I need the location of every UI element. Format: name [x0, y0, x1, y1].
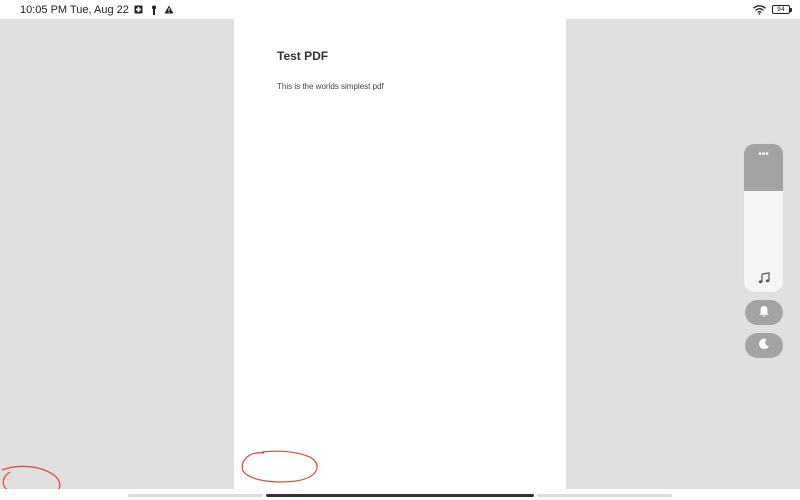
status-left: 10:05 PM Tue, Aug 22: [20, 4, 174, 16]
navigation-bar: [0, 489, 800, 500]
nav-indicator-left: [128, 494, 263, 497]
music-note-icon: [744, 272, 783, 284]
status-right: 94: [752, 4, 792, 15]
more-options-icon[interactable]: •••: [744, 150, 783, 160]
moon-icon: [758, 337, 770, 355]
status-bar: 10:05 PM Tue, Aug 22 94: [0, 0, 800, 19]
pdf-page[interactable]: Test PDF This is the worlds simplest pdf: [234, 19, 566, 489]
status-time-date: 10:05 PM Tue, Aug 22: [20, 3, 129, 16]
volume-slider[interactable]: •••: [744, 144, 783, 292]
usb-icon: [149, 5, 159, 15]
pdf-title: Test PDF: [277, 49, 329, 63]
nav-indicator-right: [537, 494, 672, 497]
battery-icon: 94: [772, 5, 792, 14]
battery-level: 94: [777, 6, 785, 13]
bell-icon: [758, 304, 770, 322]
notification-badge-icon: [134, 5, 144, 15]
wifi-icon: [752, 4, 766, 15]
do-not-disturb-button[interactable]: [745, 333, 783, 358]
screen: 10:05 PM Tue, Aug 22 94 Test PDF This is…: [0, 0, 800, 500]
warning-icon: [164, 5, 174, 15]
home-handle[interactable]: [266, 494, 534, 497]
ring-mode-button[interactable]: [745, 300, 783, 325]
pdf-body-text: This is the worlds simplest pdf: [277, 82, 384, 91]
pdf-viewer[interactable]: Test PDF This is the worlds simplest pdf: [0, 19, 800, 489]
